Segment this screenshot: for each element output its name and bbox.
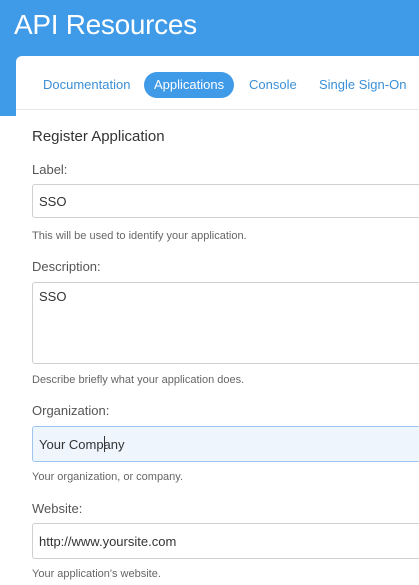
page-title: API Resources	[14, 9, 197, 40]
tab-console[interactable]: Console	[249, 72, 297, 98]
label-input[interactable]	[32, 184, 419, 218]
organization-input[interactable]	[32, 426, 419, 462]
tab-bar: Documentation Applications Console Singl…	[16, 72, 419, 98]
text-caret	[104, 436, 105, 452]
description-textarea[interactable]: SSO	[32, 282, 419, 364]
website-help-text: Your application's website.	[32, 568, 161, 580]
tab-documentation[interactable]: Documentation	[43, 72, 130, 98]
tabs-divider	[16, 109, 419, 110]
form-title: Register Application	[32, 128, 165, 145]
content-panel: Documentation Applications Console Singl…	[16, 56, 419, 585]
tab-single-sign-on[interactable]: Single Sign-On	[319, 72, 406, 98]
description-field-label: Description:	[32, 259, 101, 274]
organization-field-label: Organization:	[32, 403, 110, 418]
description-help-text: Describe briefly what your application d…	[32, 374, 245, 386]
website-field-label: Website:	[32, 501, 83, 516]
label-field-label: Label:	[32, 162, 68, 177]
label-help-text: This will be used to identify your appli…	[32, 230, 247, 242]
organization-help-text: Your organization, or company.	[32, 471, 184, 483]
website-input[interactable]	[32, 523, 419, 559]
tab-applications[interactable]: Applications	[144, 72, 235, 98]
